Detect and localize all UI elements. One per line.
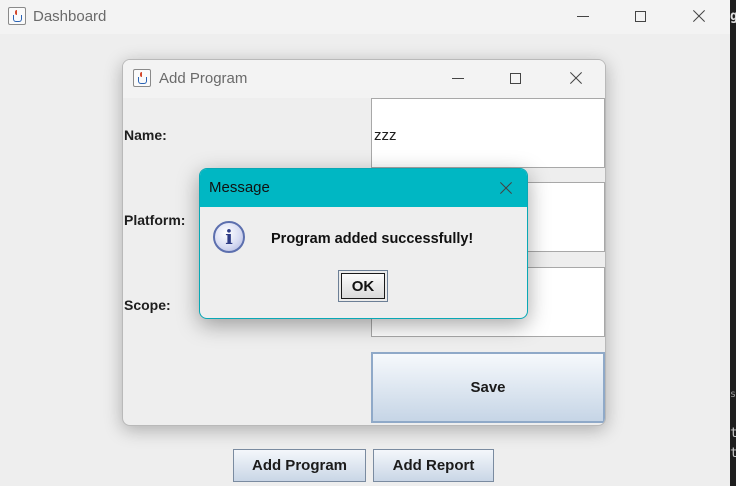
ok-label: OK <box>341 273 385 299</box>
java-app-icon <box>8 7 26 25</box>
info-icon: i <box>213 221 245 253</box>
maximize-icon[interactable] <box>630 8 652 26</box>
background-text-fragment: g <box>730 9 736 24</box>
add-program-button[interactable]: Add Program <box>233 449 366 482</box>
close-icon[interactable] <box>569 70 583 86</box>
minimize-icon[interactable] <box>447 70 469 88</box>
name-field[interactable]: zzz <box>371 98 605 168</box>
platform-label: Platform: <box>124 212 186 228</box>
add-program-titlebar[interactable]: Add Program <box>123 60 605 98</box>
message-dialog: Message i Program added successfully! OK <box>199 168 528 319</box>
message-text: Program added successfully! <box>271 231 474 247</box>
background-text-fragment: t <box>730 426 736 441</box>
ok-button[interactable]: OK <box>338 270 388 302</box>
close-icon[interactable] <box>499 180 513 196</box>
background-text-fragment: t <box>730 446 736 461</box>
java-app-icon <box>133 69 151 87</box>
add-program-title: Add Program <box>159 70 248 87</box>
dashboard-title: Dashboard <box>33 8 107 25</box>
minimize-icon[interactable] <box>572 8 594 26</box>
background-window-edge <box>730 0 736 486</box>
name-label: Name: <box>124 127 167 143</box>
message-title: Message <box>209 179 270 196</box>
add-report-button[interactable]: Add Report <box>373 449 494 482</box>
message-titlebar[interactable]: Message <box>200 169 527 207</box>
save-button[interactable]: Save <box>371 352 605 423</box>
maximize-icon[interactable] <box>505 70 527 88</box>
background-text-fragment: s <box>730 389 736 400</box>
close-icon[interactable] <box>692 8 706 24</box>
dashboard-titlebar[interactable]: Dashboard <box>0 0 730 34</box>
scope-label: Scope: <box>124 297 171 313</box>
